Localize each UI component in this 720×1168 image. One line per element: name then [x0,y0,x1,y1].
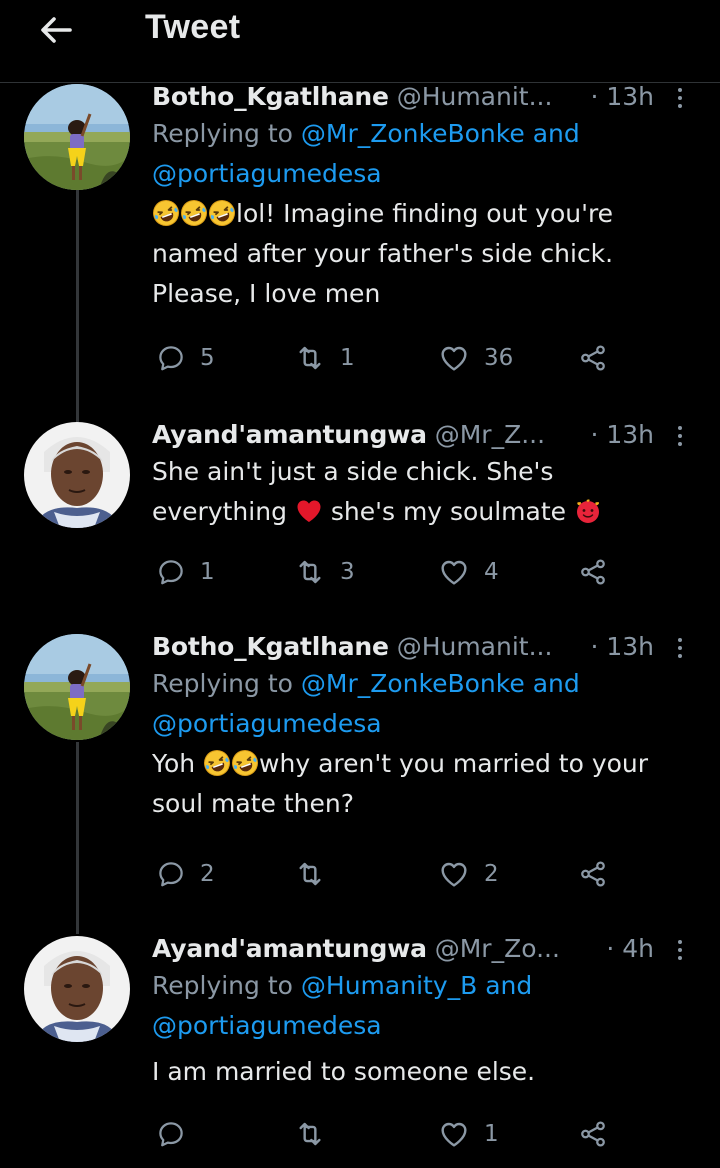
share-button[interactable] [578,552,608,592]
rolling-laughing-emoji [203,749,231,777]
share-icon [578,343,608,373]
share-button[interactable] [578,854,608,894]
reply-button[interactable] [156,1114,186,1154]
mention-link[interactable]: @portiagumedesa [152,1011,382,1040]
heart-outline-icon [438,342,470,374]
reply-count: 5 [200,345,215,371]
display-name[interactable]: Ayand'amantungwa [152,420,427,449]
mention-and[interactable]: and [533,669,580,698]
display-name[interactable]: Botho_Kgatlhane [152,82,389,111]
tweet[interactable]: Botho_Kgatlhane @Humanit... · 13h Replyi… [0,630,720,920]
tweet-text: I am married to someone else. [152,1057,536,1086]
tweet-actions: 1 3 4 [152,552,712,592]
rolling-laughing-emoji [180,199,208,227]
reply-button[interactable]: 5 [156,338,215,378]
share-icon [578,859,608,889]
tweet[interactable]: Ayand'amantungwa @Mr_Z... · 13h She ain'… [0,418,720,618]
retweet-icon [294,858,326,890]
user-handle[interactable]: @Humanit... [397,82,553,111]
avatar[interactable] [24,84,130,190]
retweet-icon [294,1118,326,1150]
heart-outline-icon [438,556,470,588]
like-count: 4 [484,559,499,585]
avatar[interactable] [24,634,130,740]
share-icon [578,1119,608,1149]
mention-and[interactable]: and [533,119,580,148]
retweet-icon [294,342,326,374]
reply-icon [156,557,186,587]
rolling-laughing-emoji [152,199,180,227]
retweet-button[interactable] [294,1114,326,1154]
top-bar: Tweet [0,0,720,83]
retweet-button[interactable]: 3 [294,552,355,592]
timestamp[interactable]: · 13h [590,80,654,114]
tweet-actions: 2 2 [152,854,712,894]
avatar[interactable] [24,422,130,528]
retweet-button[interactable] [294,854,326,894]
mention-link[interactable]: @Mr_ZonkeBonke [301,669,525,698]
back-arrow-icon[interactable] [34,8,78,52]
reply-icon [156,343,186,373]
retweet-count: 1 [340,345,355,371]
share-button[interactable] [578,338,608,378]
reply-icon [156,859,186,889]
tweet-header: Ayand'amantungwa @Mr_Zo... · 4h [152,932,706,966]
share-icon [578,557,608,587]
tweet-text: Yoh why aren't you married to your soul … [152,744,706,824]
mention-link[interactable]: @portiagumedesa [152,709,382,738]
rolling-laughing-emoji [208,199,236,227]
red-heart-emoji [295,497,323,525]
like-button[interactable]: 2 [438,854,499,894]
timestamp[interactable]: · 13h [590,630,654,664]
smiling-face-with-hearts-emoji [574,497,602,525]
like-button[interactable]: 36 [438,338,513,378]
mention-link[interactable]: @Mr_ZonkeBonke [301,119,525,148]
tweet[interactable]: Ayand'amantungwa @Mr_Zo... · 4h Replying… [0,932,720,1168]
tweet-actions: 5 1 36 [152,338,712,378]
user-handle[interactable]: @Humanit... [397,632,553,661]
tweet-text: lol! Imagine finding out you're named af… [152,194,706,314]
display-name[interactable]: Botho_Kgatlhane [152,632,389,661]
more-vertical-icon[interactable] [668,936,692,964]
tweet-header: Botho_Kgatlhane @Humanit... · 13h [152,80,706,114]
like-button[interactable]: 4 [438,552,499,592]
avatar[interactable] [24,936,130,1042]
retweet-count: 3 [340,559,355,585]
mention-and[interactable]: and [485,971,532,1000]
tweet-text: She ain't just a side chick. She's every… [152,452,706,532]
share-button[interactable] [578,1114,608,1154]
heart-outline-icon [438,858,470,890]
more-vertical-icon[interactable] [668,84,692,112]
tweet-header: Botho_Kgatlhane @Humanit... · 13h [152,630,706,664]
like-count: 1 [484,1121,499,1147]
display-name[interactable]: Ayand'amantungwa [152,934,427,963]
tweet-header: Ayand'amantungwa @Mr_Z... · 13h [152,418,706,452]
replying-to: Replying to @Humanity_B and @portiagumed… [152,971,533,1040]
more-vertical-icon[interactable] [668,634,692,662]
replying-to: Replying to @Mr_ZonkeBonke and @portiagu… [152,119,580,188]
tweet-actions: 1 [152,1114,712,1154]
user-handle[interactable]: @Mr_Z... [435,420,545,449]
user-handle[interactable]: @Mr_Zo... [435,934,560,963]
timestamp[interactable]: · 4h [606,932,654,966]
retweet-button[interactable]: 1 [294,338,355,378]
heart-outline-icon [438,1118,470,1150]
reply-button[interactable]: 2 [156,854,215,894]
timestamp[interactable]: · 13h [590,418,654,452]
reply-icon [156,1119,186,1149]
reply-count: 1 [200,559,215,585]
reply-button[interactable]: 1 [156,552,215,592]
like-button[interactable]: 1 [438,1114,499,1154]
retweet-icon [294,556,326,588]
tweet[interactable]: Botho_Kgatlhane @Humanit... · 13h Replyi… [0,80,720,410]
like-count: 36 [484,345,514,371]
mention-link[interactable]: @portiagumedesa [152,159,382,188]
page-title: Tweet [145,8,241,46]
more-vertical-icon[interactable] [668,422,692,450]
replying-to: Replying to @Mr_ZonkeBonke and @portiagu… [152,669,580,738]
mention-link[interactable]: @Humanity_B [301,971,477,1000]
rolling-laughing-emoji [231,749,259,777]
like-count: 2 [484,861,499,887]
reply-count: 2 [200,861,215,887]
